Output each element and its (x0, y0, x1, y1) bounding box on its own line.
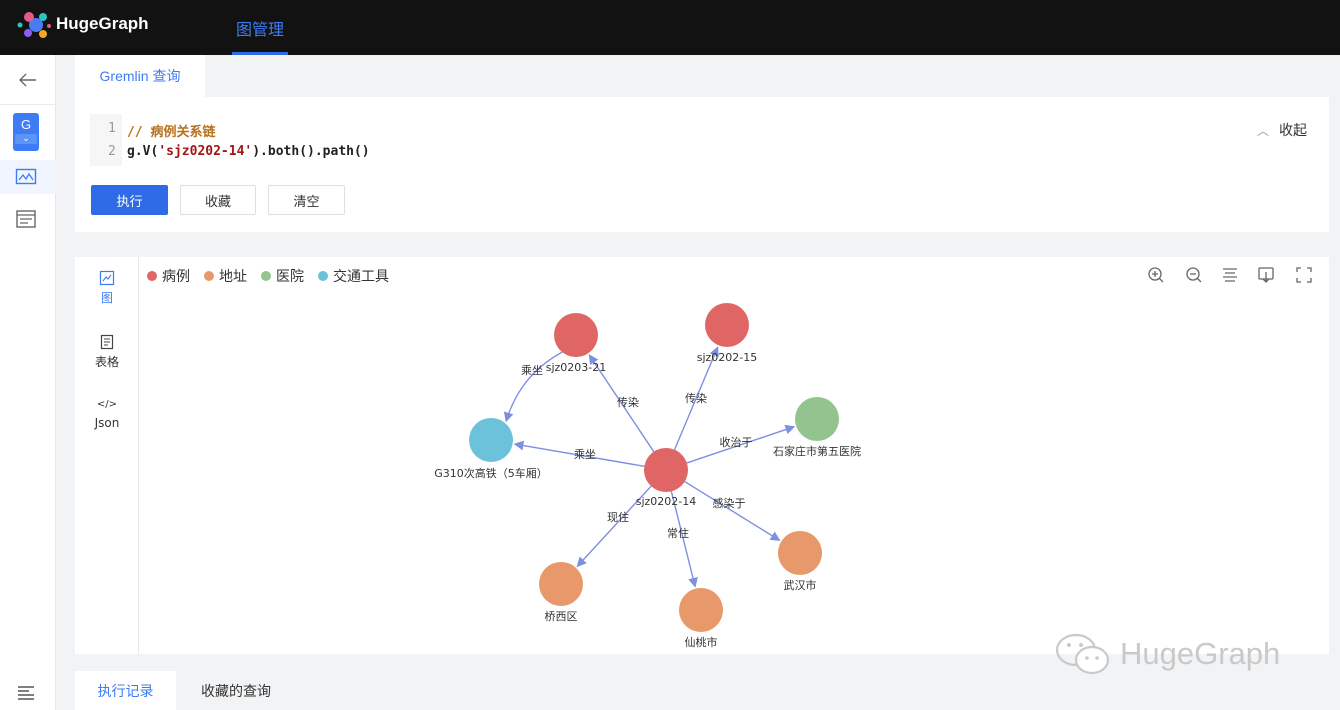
zoom-in-icon[interactable] (1147, 266, 1165, 284)
graph-node[interactable] (539, 562, 583, 606)
list-panel-icon[interactable] (14, 207, 38, 231)
view-json-button[interactable]: </> Json (75, 399, 139, 430)
layout-icon[interactable] (1221, 266, 1239, 284)
back-arrow-icon (19, 73, 36, 86)
menu-icon[interactable] (17, 685, 35, 701)
graph-node[interactable] (469, 418, 513, 462)
graph-monitor-icon[interactable] (14, 165, 38, 189)
legend-dot (261, 271, 271, 281)
zoom-out-icon[interactable] (1185, 266, 1203, 284)
graph-selector[interactable]: G ⌄ (13, 113, 39, 151)
nav-tab-graph-management[interactable]: 图管理 (236, 16, 284, 40)
graph-node[interactable] (679, 588, 723, 632)
back-button[interactable] (0, 55, 56, 105)
view-graph-button[interactable]: 图 (75, 270, 139, 306)
graph-node[interactable] (705, 303, 749, 347)
run-button[interactable]: 执行 (91, 185, 168, 215)
sidebar (0, 55, 56, 710)
graph-node[interactable] (795, 397, 839, 441)
line-number: 1 (108, 121, 116, 136)
legend-dot (318, 271, 328, 281)
legend-item: 医院 (261, 266, 304, 286)
line-number-gutter (90, 114, 122, 166)
tab-execution-history[interactable]: 执行记录 (75, 671, 176, 710)
legend-dot (147, 271, 157, 281)
tab-saved-queries[interactable]: 收藏的查询 (186, 671, 286, 710)
watermark: HugeGraph (1054, 632, 1280, 676)
legend-item: 交通工具 (318, 266, 389, 286)
fullscreen-icon[interactable] (1295, 266, 1313, 284)
legend-item: 地址 (204, 266, 247, 286)
code-query-line: g.V('sjz0202-14').both().path() (127, 144, 370, 159)
top-navigation-bar (0, 0, 1340, 55)
chevron-down-icon: ⌄ (15, 134, 37, 144)
code-view-icon: </> (96, 399, 118, 410)
view-table-button[interactable]: 表格 (75, 334, 139, 370)
graph-legend: 病例 地址 医院 交通工具 (147, 266, 389, 286)
graph-node[interactable] (644, 448, 688, 492)
app-name: HugeGraph (56, 14, 149, 33)
legend-dot (204, 271, 214, 281)
graph-view-icon (99, 270, 115, 286)
line-number: 2 (108, 144, 116, 159)
collapse-button[interactable]: ︿ 收起 (1257, 120, 1307, 140)
graph-node[interactable] (554, 313, 598, 357)
wechat-icon (1055, 633, 1110, 675)
clear-button[interactable]: 清空 (268, 185, 345, 215)
result-view-switcher (75, 257, 139, 654)
table-view-icon (100, 334, 114, 350)
code-comment-line: // 病例关系链 (127, 125, 216, 140)
gremlin-code-editor[interactable]: 1 2 // 病例关系链 g.V('sjz0202-14').both().pa… (90, 114, 1240, 169)
legend-item: 病例 (147, 266, 190, 286)
chevron-up-icon: ︿ (1257, 124, 1270, 138)
graph-node[interactable] (778, 531, 822, 575)
graph-letter: G (20, 117, 32, 132)
nav-tab-active-indicator (232, 52, 288, 55)
hugegraph-logo-icon (17, 12, 51, 38)
tab-gremlin-query[interactable]: Gremlin 查询 (75, 55, 205, 97)
favorite-button[interactable]: 收藏 (180, 185, 256, 215)
download-icon[interactable] (1257, 266, 1275, 284)
